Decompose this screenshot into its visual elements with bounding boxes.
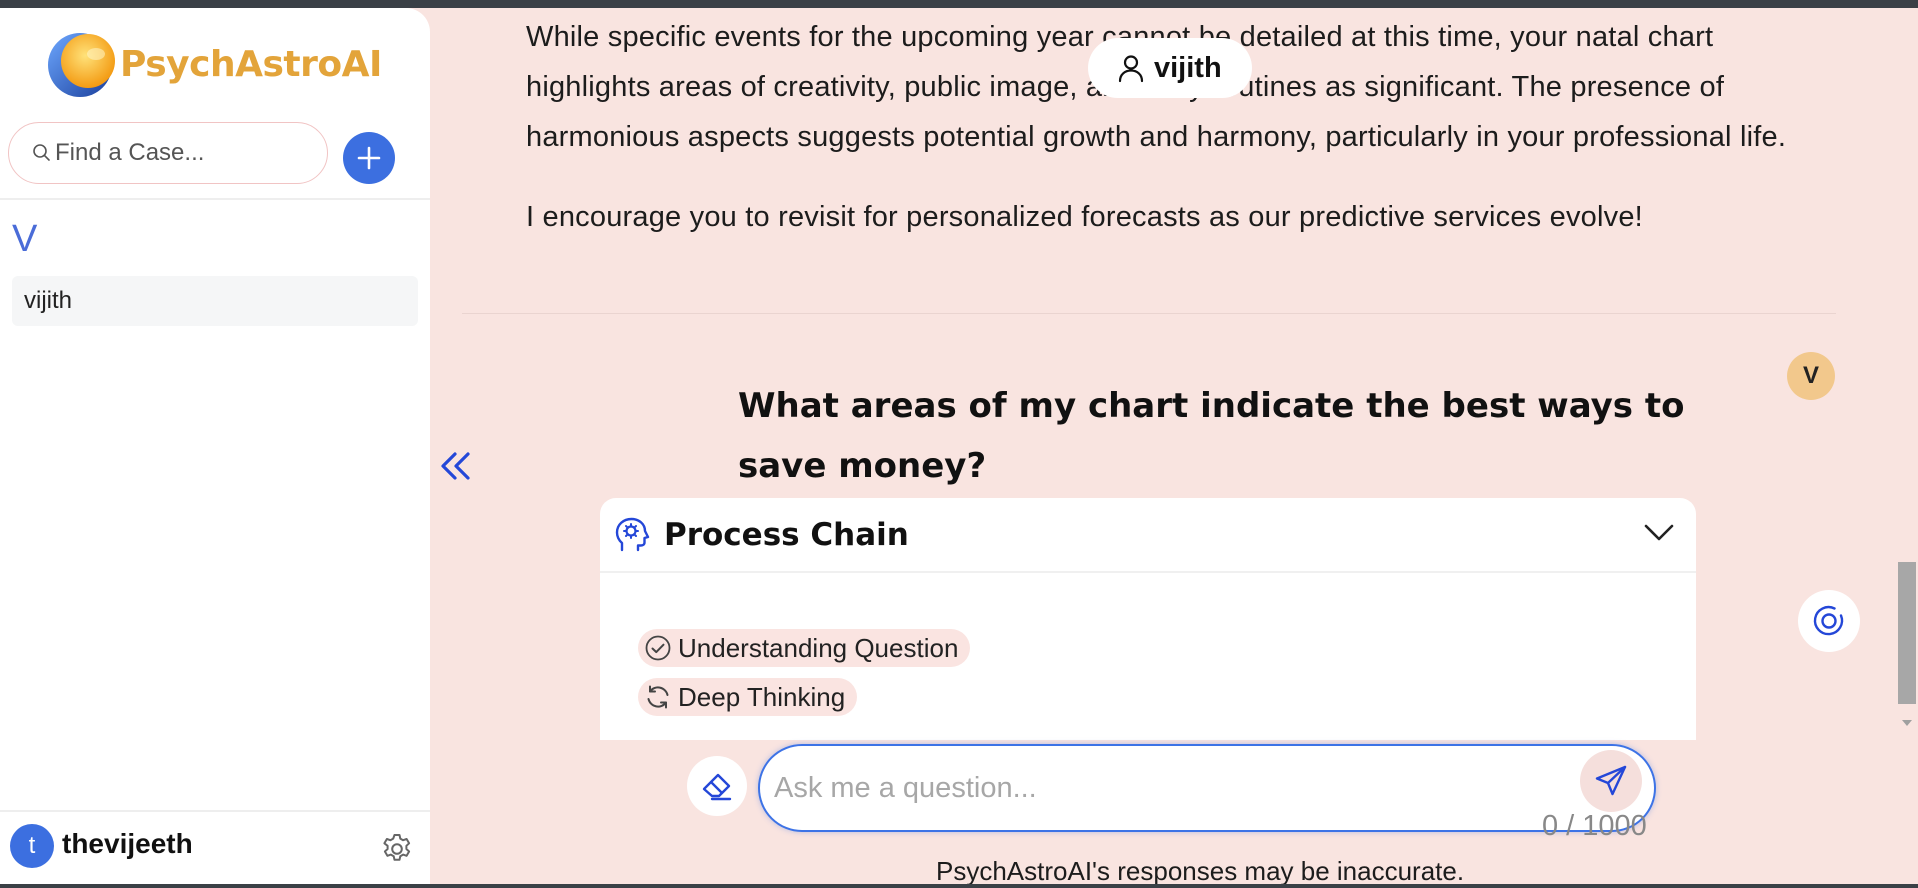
logo-icon [48,33,115,97]
active-user-chip[interactable]: vijith [1088,38,1252,98]
process-step-label: Understanding Question [678,632,959,663]
logo-text: PsychAstroAI [120,43,382,85]
search-icon [33,144,50,161]
user-icon [1118,55,1144,83]
message-divider [462,313,1836,314]
avatar[interactable]: t [10,824,54,868]
active-user-name: vijith [1154,51,1222,84]
check-circle-icon [645,635,671,661]
app-logo[interactable]: PsychAstroAI [44,26,382,102]
window-top-edge [0,0,1918,8]
scroll-down-arrow-icon[interactable] [1900,718,1914,728]
clear-chat-button[interactable] [687,756,747,816]
refresh-icon [647,685,669,709]
case-item[interactable]: vijith [12,276,418,326]
double-chevron-left-icon[interactable] [438,448,474,484]
scrollbar-thumb[interactable] [1898,562,1916,704]
ask-input-box[interactable] [758,744,1656,832]
process-chain-title: Process Chain [664,516,909,553]
process-chain-card: Process Chain Understanding Question Dee… [600,498,1696,740]
process-step-label: Deep Thinking [678,681,846,712]
case-search[interactable] [8,122,328,184]
process-chain-header[interactable]: Process Chain [600,498,1696,573]
question-avatar: V [1787,352,1835,400]
send-button[interactable] [1580,750,1642,812]
user-question: What areas of my chart indicate the best… [738,386,1685,486]
process-step-understanding: Understanding Question [638,629,971,667]
disclaimer-text: PsychAstroAI's responses may be inaccura… [936,856,1465,886]
target-icon [1813,605,1844,636]
search-input[interactable] [55,139,315,167]
focus-button[interactable] [1798,590,1860,652]
send-icon [1595,765,1627,796]
gear-icon[interactable] [380,832,414,866]
case-group-letter: V [12,218,38,260]
brain-head-icon [615,517,650,551]
message-paragraph: I encourage you to revisit for personali… [526,201,1643,233]
account-name[interactable]: thevijeeth [62,828,193,860]
process-step-deep-thinking: Deep Thinking [638,678,858,716]
scrollbar[interactable] [1896,8,1918,884]
chevron-down-icon[interactable] [1644,522,1674,544]
sidebar-divider [0,198,430,200]
window-bottom-edge [0,884,1918,888]
character-counter: 0 / 1000 [1542,810,1647,842]
plus-icon [357,146,381,170]
add-case-button[interactable] [343,132,395,184]
sidebar: PsychAstroAI V vijith t thevijeeth [0,8,430,884]
app-frame: PsychAstroAI V vijith t thevijeeth [0,8,1918,886]
eraser-icon [702,773,732,801]
sidebar-divider [0,810,430,812]
question-input[interactable] [774,771,1564,805]
